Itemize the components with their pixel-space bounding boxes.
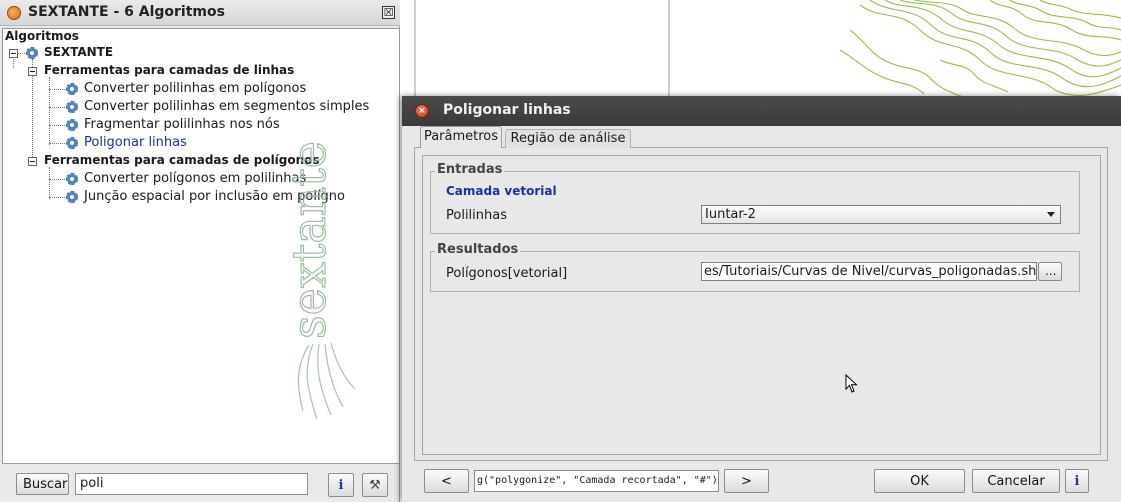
gear-icon xyxy=(66,173,78,185)
svg-text:sextante: sextante xyxy=(282,141,336,339)
tree-connector xyxy=(49,107,65,108)
tree-connector xyxy=(49,179,65,180)
close-icon[interactable]: ☒ xyxy=(382,6,395,19)
gear-icon xyxy=(66,83,78,95)
parameters-panel: Entradas Camada vetorial Polilinhas Iunt… xyxy=(422,155,1101,455)
search-bar: Buscar poli i ⚒ xyxy=(0,464,400,502)
dialog-titlebar: × Poligonar linhas xyxy=(402,96,1121,126)
inputs-group: Entradas Camada vetorial Polilinhas Iunt… xyxy=(430,162,1080,234)
polylines-selected-value: Iuntar-2 xyxy=(705,207,756,222)
results-group: Resultados Polígonos[vetorial] es/Tutori… xyxy=(430,242,1080,292)
tree-connector xyxy=(49,77,50,145)
sextante-app-icon xyxy=(7,6,21,20)
tree-connector xyxy=(49,167,50,199)
gear-icon xyxy=(66,119,78,131)
tree-item-selected[interactable]: Poligonar linhas xyxy=(84,135,187,150)
next-command-button[interactable]: > xyxy=(724,469,769,493)
browse-button[interactable]: ... xyxy=(1038,262,1062,281)
tree-connector xyxy=(49,143,65,144)
tools-icon[interactable]: ⚒ xyxy=(362,473,388,497)
dialog-title: Poligonar linhas xyxy=(443,102,571,118)
tree-root-sextante[interactable]: SEXTANTE xyxy=(44,45,113,59)
tab-panel: Entradas Camada vetorial Polilinhas Iunt… xyxy=(414,147,1108,461)
search-button[interactable]: Buscar xyxy=(16,473,69,495)
gear-icon xyxy=(26,47,38,59)
expander-collapse-icon[interactable] xyxy=(9,49,18,58)
tab-parameters[interactable]: Parâmetros xyxy=(420,126,502,148)
gear-icon xyxy=(66,101,78,113)
polygonize-dialog: × Poligonar linhas Entradas Camada vetor… xyxy=(402,96,1121,502)
sextante-watermark-logo: sextante xyxy=(281,140,356,420)
inputs-group-title: Entradas xyxy=(435,162,505,177)
expander-collapse-icon[interactable] xyxy=(28,67,37,76)
tree-connector xyxy=(49,197,65,198)
polylines-label: Polilinhas xyxy=(446,208,507,223)
close-icon[interactable]: × xyxy=(415,104,429,118)
tree-header: Algoritmos xyxy=(5,29,79,43)
gear-icon xyxy=(66,137,78,149)
toolbox-titlebar: SEXTANTE - 6 Algoritmos ☒ xyxy=(0,0,400,26)
mouse-pointer-icon xyxy=(845,374,858,393)
results-group-title: Resultados xyxy=(435,242,521,257)
map-divider xyxy=(414,0,416,100)
command-line-field[interactable]: g("polygonize", "Camada recortada", "#") xyxy=(474,470,719,492)
tree-connector xyxy=(17,53,25,54)
tree-connector xyxy=(49,89,65,90)
map-divider xyxy=(668,0,670,100)
search-input[interactable]: poli xyxy=(75,473,308,495)
info-icon[interactable]: i xyxy=(1065,469,1089,493)
expander-collapse-icon[interactable] xyxy=(28,157,37,166)
algorithm-tree[interactable]: Algoritmos SEXTANTE Ferramentas para cam… xyxy=(2,28,400,464)
cancel-button[interactable]: Cancelar xyxy=(972,469,1060,493)
tab-analysis-region[interactable]: Região de análise xyxy=(505,129,631,148)
contour-lines-map xyxy=(840,0,1121,100)
tree-item-algorithm[interactable]: Fragmentar polilinhas nos nós xyxy=(84,117,280,132)
tree-connector xyxy=(49,125,65,126)
toolbox-title: SEXTANTE - 6 Algoritmos xyxy=(28,4,225,20)
polylines-select[interactable]: Iuntar-2 xyxy=(701,205,1061,224)
output-path-field[interactable]: es/Tutoriais/Curvas de Nivel/curvas_poli… xyxy=(701,262,1037,281)
chevron-down-icon xyxy=(1047,212,1055,217)
gear-icon xyxy=(66,191,78,203)
ok-button[interactable]: OK xyxy=(874,469,965,493)
info-icon[interactable]: i xyxy=(328,473,354,497)
vector-layer-subtitle: Camada vetorial xyxy=(446,184,557,198)
previous-command-button[interactable]: < xyxy=(424,469,469,493)
polygons-output-label: Polígonos[vetorial] xyxy=(446,266,568,281)
sextante-toolbox-panel: SEXTANTE - 6 Algoritmos ☒ Algoritmos SEX… xyxy=(0,0,400,502)
tree-group-lines[interactable]: Ferramentas para camadas de linhas xyxy=(44,63,294,77)
